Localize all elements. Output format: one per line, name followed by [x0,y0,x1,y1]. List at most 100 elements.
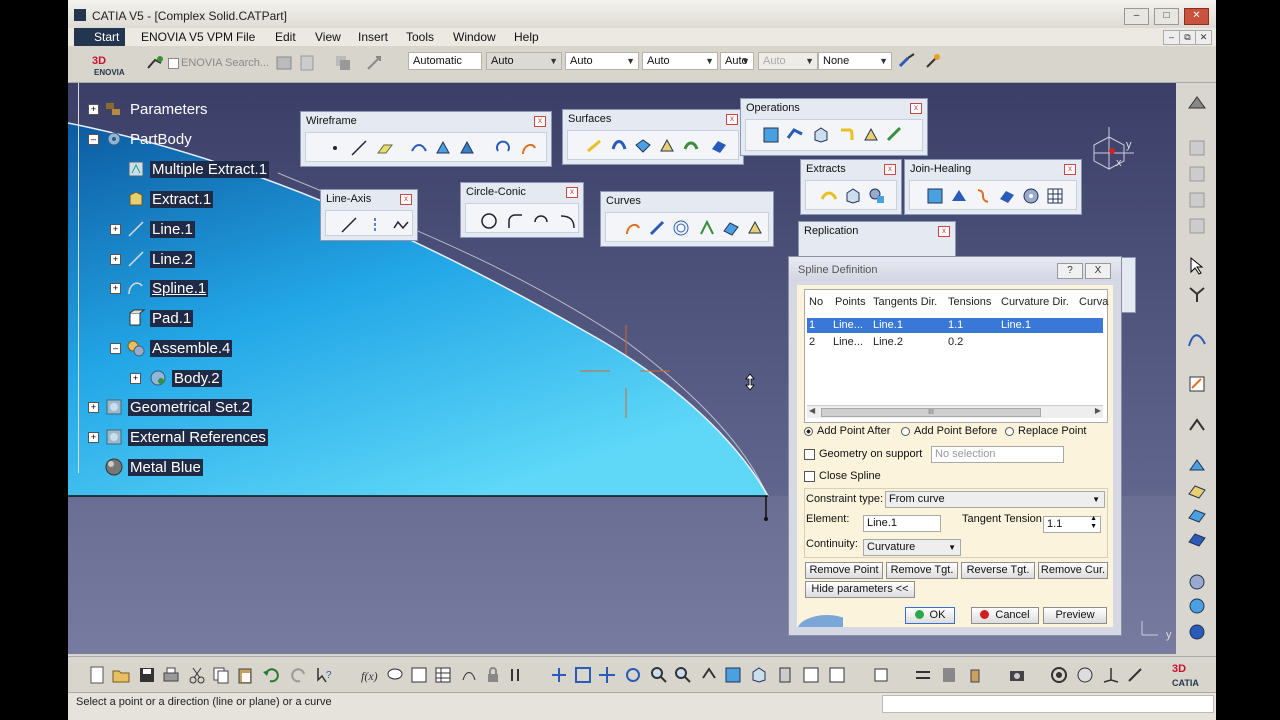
render-style-combo[interactable]: None ▼ [818,52,892,70]
wireframe-toolbar[interactable]: Wireframe x [300,111,552,167]
circle-arc-icon[interactable] [494,139,512,157]
untrim-icon[interactable] [998,187,1016,205]
extrapolate-icon[interactable] [886,126,904,144]
combine-icon[interactable] [458,139,476,157]
doc-minimize-button[interactable]: – [1163,30,1180,45]
close-icon[interactable]: x [884,164,896,175]
menu-view[interactable]: View [315,30,341,44]
menu-insert[interactable]: Insert [358,30,388,44]
globe-tool-icon[interactable] [1076,666,1094,684]
tangent-tension-spinner[interactable]: 1.1 ▲ ▼ [1043,515,1101,533]
copy-icon[interactable] [212,666,230,684]
points-table[interactable]: No Points Tangents Dir. Tensions Curvatu… [804,289,1108,423]
column-header[interactable]: Points [835,296,866,308]
law-icon[interactable] [1187,330,1207,350]
tree-item-assemble[interactable]: Assemble.4 [126,338,233,358]
continuity-select[interactable]: Curvature ▼ [863,539,961,556]
catalog-icon[interactable] [940,666,958,684]
analysis-icon[interactable] [1187,416,1207,436]
compare-icon[interactable] [914,666,932,684]
enovia-doc-icon[interactable] [298,54,316,72]
table-row[interactable]: 1 Line... Line.1 1.1 Line.1 [807,318,1103,333]
close-icon[interactable]: x [400,194,412,205]
disassemble-icon[interactable] [1022,187,1040,205]
remove-curvature-button[interactable]: Remove Cur. [1038,562,1108,579]
translate-icon[interactable] [862,126,880,144]
enovia-search-label[interactable]: ENOVIA Search... [181,57,269,69]
paste-icon[interactable] [236,666,254,684]
spin-icon[interactable] [1050,666,1068,684]
healing-icon[interactable] [950,187,968,205]
isoparametric-icon[interactable] [722,219,740,237]
axis-icon[interactable] [366,216,384,234]
swap-visible-icon[interactable] [802,666,820,684]
horizontal-scrollbar[interactable]: ◀ III ▶ [807,405,1103,418]
maximize-button[interactable]: □ [1154,8,1179,25]
undo-icon[interactable] [262,666,280,684]
tree-item-line-1[interactable]: Line.1 [126,219,195,239]
connect-curve-icon[interactable] [532,212,550,230]
material-bottle-icon[interactable] [966,666,984,684]
boundary-icon[interactable] [812,126,830,144]
close-icon[interactable]: x [726,114,738,125]
close-button[interactable]: ✕ [1184,8,1209,25]
sphere-surface-icon[interactable] [634,137,652,155]
tree-item-metal-blue[interactable]: Metal Blue [104,457,203,477]
tree-item-line-2[interactable]: Line.2 [126,249,195,269]
radio-add-point-before[interactable]: Add Point Before [901,425,997,437]
menu-start[interactable]: Start [74,28,126,46]
preview-button[interactable]: Preview [1043,607,1107,624]
hide-show-icon[interactable] [776,666,794,684]
column-header[interactable]: No [809,296,823,308]
sketch-tool-icon[interactable] [1187,138,1207,158]
line-axis-toolbar[interactable]: Line-Axis x [320,189,418,241]
surface-tool-icon[interactable] [1187,456,1207,476]
cancel-button[interactable]: Cancel [971,607,1039,624]
collapse-toggle[interactable]: – [110,343,121,354]
pointer-tool-icon[interactable] [366,54,384,72]
whats-this-icon[interactable]: ? [316,666,334,684]
scroll-thumb[interactable]: III [821,408,1041,417]
radio-replace-point[interactable]: Replace Point [1005,425,1087,437]
new-file-icon[interactable] [88,666,106,684]
select-arrow-icon[interactable] [1187,256,1207,276]
projection-icon[interactable] [410,139,428,157]
helix-icon[interactable] [648,219,666,237]
fill-icon[interactable] [658,137,676,155]
tool-icon[interactable] [1187,216,1207,236]
constraint-type-select[interactable]: From curve ▼ [885,491,1105,508]
axis-tool-icon[interactable] [1102,666,1120,684]
thickness-combo[interactable]: Auto ▼ [642,52,718,70]
surfaces-toolbar[interactable]: Surfaces x [562,109,744,165]
extracts-toolbar[interactable]: Extracts x [800,159,902,215]
replication-toolbar[interactable]: Replication x [798,221,956,257]
print-icon[interactable] [162,666,180,684]
line-icon[interactable] [350,139,368,157]
table-row[interactable]: 2 Line... Line.2 0.2 [807,335,1103,350]
workbench-icon[interactable] [1187,94,1207,114]
measure-icon[interactable] [1187,596,1207,616]
color-combo[interactable]: Auto ▼ [486,52,562,70]
polyline-icon[interactable] [392,216,410,234]
element-field[interactable]: Line.1 [863,515,941,532]
point-icon[interactable] [326,139,344,157]
hide-parameters-button[interactable]: Hide parameters << [805,581,915,598]
surface-tool-icon[interactable] [1187,482,1207,502]
help-button[interactable]: ? [1057,263,1083,279]
wand-icon[interactable] [924,52,942,70]
fillet-icon[interactable] [838,126,856,144]
axis-system-icon[interactable] [1187,284,1207,304]
multiple-extract-icon[interactable] [868,187,886,205]
tree-item-external-references[interactable]: External References [104,427,268,447]
grid-icon[interactable] [1046,187,1064,205]
layer-combo[interactable]: Auto ▼ [565,52,639,70]
join-icon[interactable] [926,187,944,205]
close-icon[interactable]: x [910,103,922,114]
revolve-icon[interactable] [610,137,628,155]
join-icon[interactable] [762,126,780,144]
transparency-combo[interactable]: Auto ▼ [758,52,818,70]
update-icon[interactable] [872,666,890,684]
close-icon[interactable]: x [1064,164,1076,175]
zoom-out-icon[interactable] [674,666,692,684]
rotate-icon[interactable] [624,666,642,684]
